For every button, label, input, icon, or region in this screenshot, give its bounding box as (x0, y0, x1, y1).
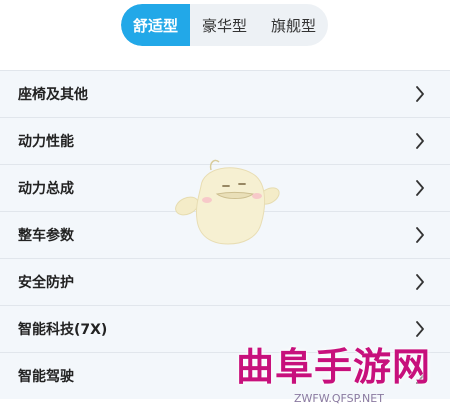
trim-segmented-control: 舒适型 豪华型 旗舰型 (121, 4, 328, 46)
section-row-smart-driving[interactable]: 智能驾驶 (0, 352, 450, 399)
chevron-right-icon (412, 86, 428, 102)
spec-section-list: 座椅及其他 动力性能 动力总成 整车参数 安全防护 智能科技(7X) 智能驾驶 (0, 70, 450, 399)
section-label: 安全防护 (18, 275, 74, 291)
chevron-right-icon (412, 133, 428, 149)
section-row-seats[interactable]: 座椅及其他 (0, 70, 450, 117)
chevron-right-icon (412, 180, 428, 196)
section-label: 整车参数 (18, 228, 74, 244)
chevron-right-icon (412, 274, 428, 290)
section-label: 智能科技(7X) (18, 322, 108, 338)
chevron-right-icon (412, 368, 428, 384)
section-row-smart-tech[interactable]: 智能科技(7X) (0, 305, 450, 352)
tab-luxury[interactable]: 豪华型 (190, 4, 259, 46)
section-row-vehicle-params[interactable]: 整车参数 (0, 211, 450, 258)
section-label: 动力总成 (18, 181, 74, 197)
section-label: 动力性能 (18, 134, 74, 150)
section-row-performance[interactable]: 动力性能 (0, 117, 450, 164)
chevron-right-icon (412, 321, 428, 337)
tab-comfort[interactable]: 舒适型 (121, 4, 190, 46)
tab-bar: 舒适型 豪华型 旗舰型 (0, 0, 450, 70)
section-label: 智能驾驶 (18, 369, 74, 385)
section-row-powertrain[interactable]: 动力总成 (0, 164, 450, 211)
section-row-safety[interactable]: 安全防护 (0, 258, 450, 305)
tab-flagship[interactable]: 旗舰型 (259, 4, 328, 46)
chevron-right-icon (412, 227, 428, 243)
section-label: 座椅及其他 (18, 87, 88, 103)
